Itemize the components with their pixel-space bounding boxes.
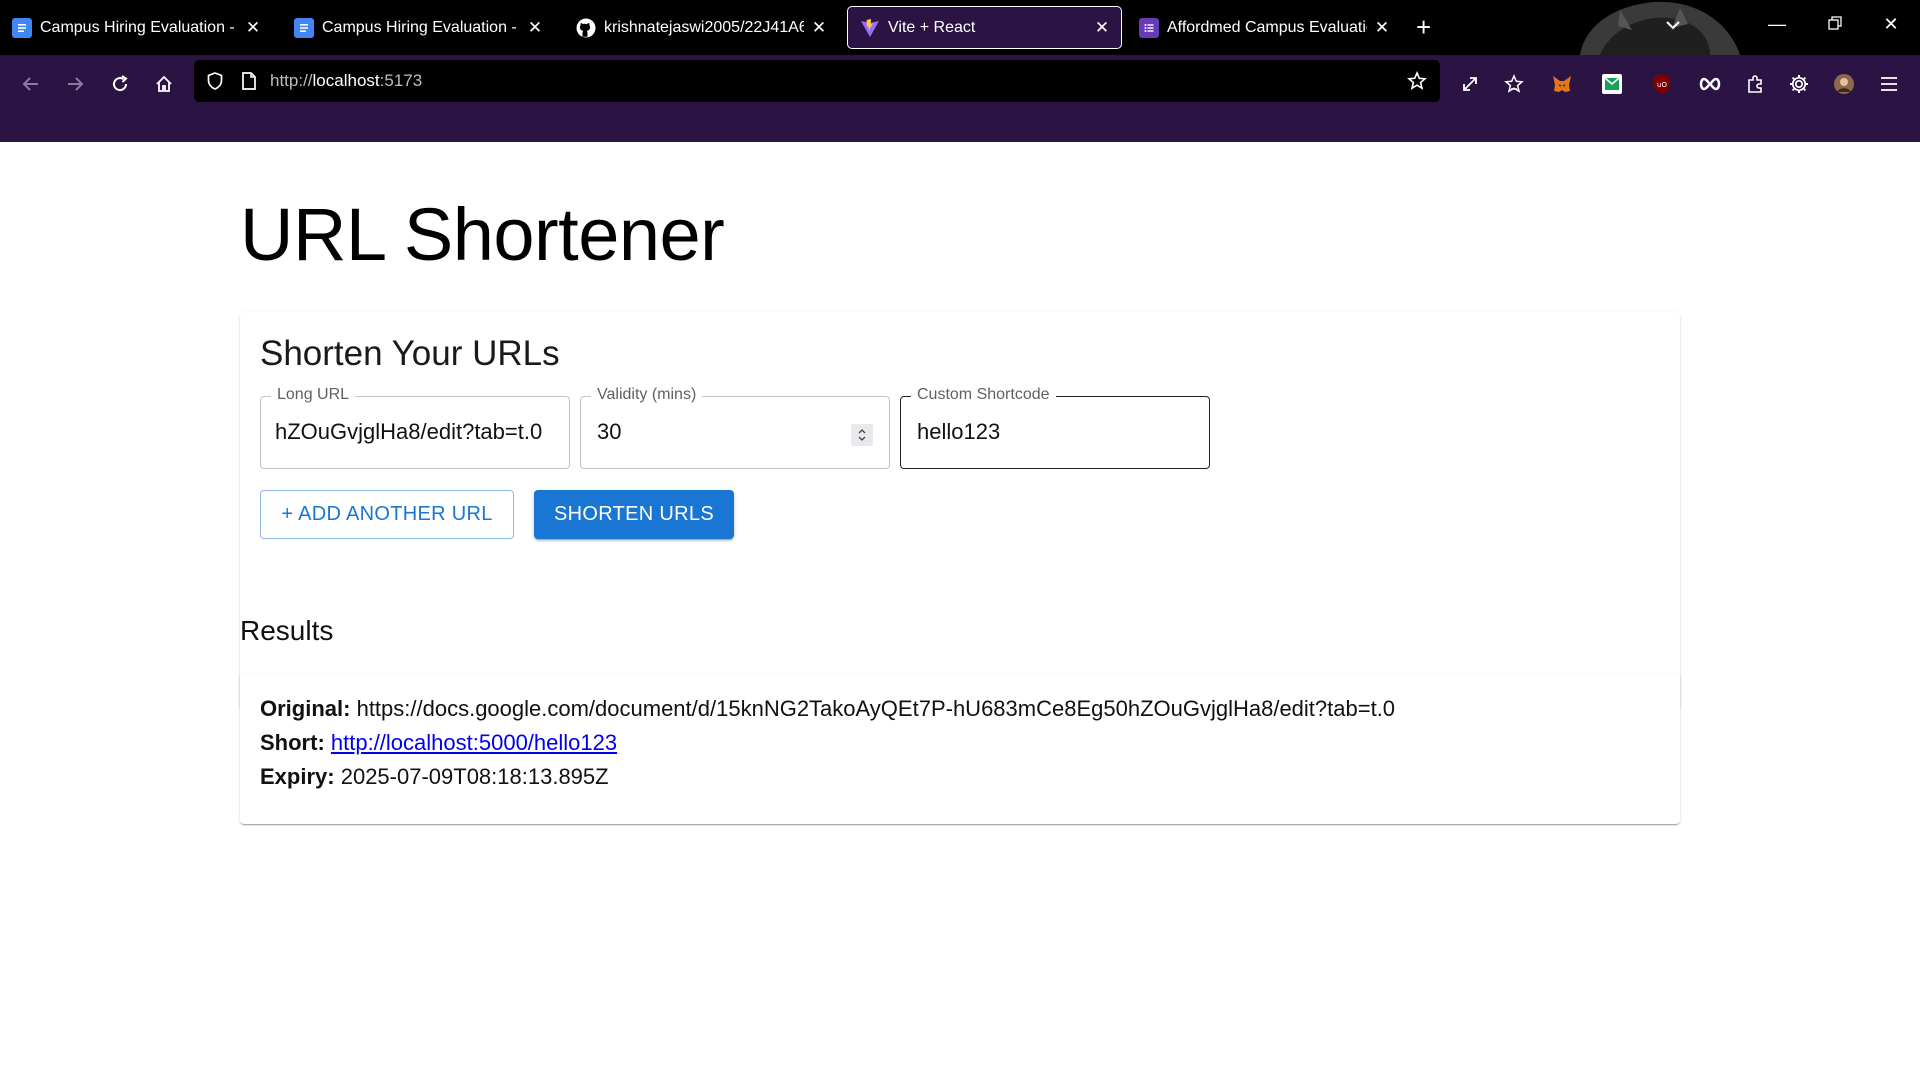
google-docs-icon bbox=[294, 17, 314, 38]
restore-button[interactable] bbox=[1820, 14, 1850, 35]
fullscreen-icon[interactable] bbox=[1455, 69, 1485, 99]
expiry-label: Expiry: bbox=[260, 764, 335, 789]
settings-gear-icon[interactable] bbox=[1784, 69, 1814, 99]
tab-bar: Campus Hiring Evaluation - Pre ✕ Campus … bbox=[0, 0, 1920, 55]
tab-affordmed[interactable]: Affordmed Campus Evaluation | ✕ bbox=[1127, 6, 1401, 49]
tab-title: krishnatejaswi2005/22J41A67E9 bbox=[604, 18, 804, 36]
short-label: Short: bbox=[260, 730, 325, 755]
expiry-value: 2025-07-09T08:18:13.895Z bbox=[340, 764, 609, 789]
validity-label: Validity (mins) bbox=[591, 386, 703, 404]
forward-button[interactable] bbox=[60, 69, 90, 99]
chevron-down-icon bbox=[1666, 21, 1680, 30]
close-icon[interactable]: ✕ bbox=[244, 18, 262, 38]
add-another-url-button[interactable]: + ADD ANOTHER URL bbox=[260, 490, 514, 539]
form-heading: Shorten Your URLs bbox=[260, 334, 560, 373]
results-heading: Results bbox=[240, 615, 334, 646]
tab-title: Vite + React bbox=[888, 18, 976, 36]
github-icon bbox=[576, 18, 596, 38]
new-tab-button[interactable]: + bbox=[1416, 14, 1431, 40]
shorten-urls-button[interactable]: SHORTEN URLS bbox=[534, 490, 734, 539]
bookmark-star-icon[interactable] bbox=[1402, 66, 1432, 96]
reload-icon bbox=[113, 75, 128, 92]
page-title: URL Shortener bbox=[240, 193, 725, 276]
tab-title: Campus Hiring Evaluation - Full bbox=[322, 18, 520, 36]
original-url: https://docs.google.com/document/d/15knN… bbox=[356, 696, 1396, 721]
tab-vite-react[interactable]: Vite + React ✕ bbox=[847, 6, 1122, 49]
pocket-icon[interactable] bbox=[1499, 69, 1529, 99]
minimize-button[interactable]: — bbox=[1762, 14, 1792, 35]
vite-icon bbox=[860, 18, 880, 38]
long-url-field[interactable]: Long URL hZOuGvjglHa8/edit?tab=t.0 bbox=[260, 386, 570, 469]
tab-title: Affordmed Campus Evaluation | bbox=[1167, 18, 1367, 36]
result-original-line: Original: https://docs.google.com/docume… bbox=[260, 696, 1395, 722]
page-icon[interactable] bbox=[234, 66, 264, 96]
list-all-tabs-button[interactable] bbox=[1664, 16, 1682, 39]
original-label: Original: bbox=[260, 696, 351, 721]
shorten-form-card: Shorten Your URLs Long URL hZOuGvjglHa8/… bbox=[240, 312, 1680, 710]
validity-field[interactable]: Validity (mins) 30 bbox=[580, 386, 890, 469]
google-docs-icon bbox=[12, 17, 32, 38]
address-bar[interactable]: http://localhost:5173 bbox=[194, 60, 1440, 102]
result-short-line: Short: http://localhost:5000/hello123 bbox=[260, 730, 617, 756]
page-content: URL Shortener Shorten Your URLs Long URL… bbox=[0, 142, 1920, 1080]
mail-extension-icon[interactable] bbox=[1597, 69, 1627, 99]
menu-hamburger-icon[interactable] bbox=[1874, 69, 1904, 99]
account-avatar[interactable] bbox=[1829, 69, 1859, 99]
svg-text:uO: uO bbox=[1657, 81, 1667, 89]
long-url-input[interactable]: hZOuGvjglHa8/edit?tab=t.0 bbox=[275, 419, 559, 445]
reload-button[interactable] bbox=[105, 69, 135, 99]
back-button[interactable] bbox=[16, 69, 46, 99]
arrow-left-icon bbox=[22, 77, 38, 91]
tab-github[interactable]: krishnatejaswi2005/22J41A67E9 ✕ bbox=[564, 6, 838, 49]
infinity-extension-icon[interactable] bbox=[1695, 69, 1725, 99]
custom-shortcode-input[interactable]: hello123 bbox=[917, 419, 1000, 445]
close-icon[interactable]: ✕ bbox=[526, 18, 544, 38]
shield-icon[interactable] bbox=[200, 66, 230, 96]
result-expiry-line: Expiry: 2025-07-09T08:18:13.895Z bbox=[260, 764, 609, 790]
tab-campus-hiring-pre[interactable]: Campus Hiring Evaluation - Pre ✕ bbox=[0, 6, 272, 49]
long-url-label: Long URL bbox=[271, 386, 356, 404]
arrow-right-icon bbox=[68, 77, 84, 91]
result-card: Original: https://docs.google.com/docume… bbox=[240, 674, 1680, 824]
toolbar: http://localhost:5173 uO bbox=[0, 55, 1920, 142]
metamask-extension-icon[interactable] bbox=[1547, 69, 1577, 99]
number-stepper-icon[interactable] bbox=[851, 424, 873, 446]
restore-icon bbox=[1828, 16, 1842, 30]
forms-icon bbox=[1139, 17, 1159, 38]
close-icon[interactable]: ✕ bbox=[1093, 18, 1111, 38]
close-icon[interactable]: ✕ bbox=[810, 18, 828, 38]
tab-campus-hiring-full[interactable]: Campus Hiring Evaluation - Full ✕ bbox=[282, 6, 554, 49]
custom-shortcode-field[interactable]: Custom Shortcode hello123 bbox=[900, 386, 1210, 469]
ublock-origin-icon[interactable]: uO bbox=[1647, 69, 1677, 99]
close-window-button[interactable]: ✕ bbox=[1876, 14, 1906, 35]
home-icon bbox=[156, 75, 172, 92]
theme-artwork bbox=[1560, 0, 1760, 55]
short-url-link[interactable]: http://localhost:5000/hello123 bbox=[331, 730, 617, 755]
tab-title: Campus Hiring Evaluation - Pre bbox=[40, 18, 238, 36]
address-text[interactable]: http://localhost:5173 bbox=[270, 71, 422, 91]
close-icon[interactable]: ✕ bbox=[1373, 18, 1391, 38]
home-button[interactable] bbox=[149, 69, 179, 99]
validity-input[interactable]: 30 bbox=[597, 419, 621, 445]
extensions-puzzle-icon[interactable] bbox=[1740, 69, 1770, 99]
custom-shortcode-label: Custom Shortcode bbox=[911, 386, 1056, 404]
